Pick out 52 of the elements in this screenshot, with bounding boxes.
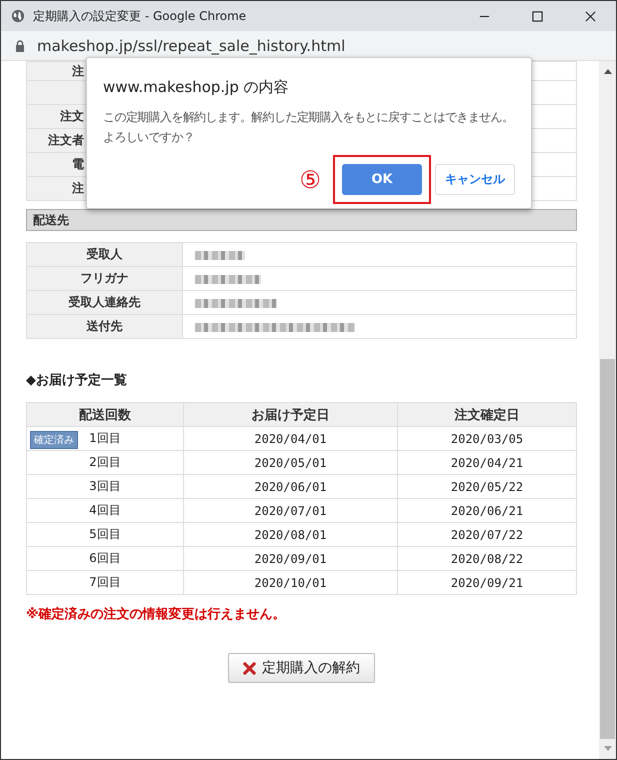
notice-text: ※確定済みの注文の情報変更は行えません。 bbox=[26, 606, 287, 623]
scrollbar[interactable] bbox=[599, 61, 616, 759]
table-cell: 2020/09/01 bbox=[184, 546, 398, 570]
cross-icon bbox=[243, 662, 256, 674]
table-cell: 2回目 bbox=[89, 455, 121, 469]
column-header: 注文確定日 bbox=[398, 402, 576, 426]
table-cell: 2020/04/01 bbox=[184, 426, 398, 450]
table-cell: 2020/10/01 bbox=[184, 570, 398, 594]
table-cell: 2020/08/22 bbox=[398, 546, 576, 570]
table-cell: 2020/03/05 bbox=[398, 426, 576, 450]
table-cell: 2020/06/21 bbox=[398, 498, 576, 522]
row-label: 注 bbox=[72, 64, 84, 78]
lock-icon bbox=[15, 40, 25, 52]
column-header: お届け予定日 bbox=[184, 402, 398, 426]
status-badge: 確定済み bbox=[30, 431, 78, 449]
table-cell: 2020/06/01 bbox=[184, 474, 398, 498]
table-cell: 2020/09/21 bbox=[398, 570, 576, 594]
table-cell: 2020/07/01 bbox=[184, 498, 398, 522]
row-label: フリガナ bbox=[26, 266, 182, 290]
row-label: 注文者 bbox=[48, 133, 84, 147]
maximize-icon[interactable] bbox=[532, 10, 543, 22]
row-label: 受取人連絡先 bbox=[26, 290, 182, 314]
row-label: 注文 bbox=[60, 109, 84, 123]
table-cell: 2020/05/22 bbox=[398, 474, 576, 498]
table-cell: 2020/07/22 bbox=[398, 522, 576, 546]
cancel-button[interactable]: キャンセル bbox=[435, 164, 515, 195]
row-label: 受取人 bbox=[26, 242, 182, 266]
dialog-message: この定期購入を解約します。解約した定期購入をもとに戻すことはできません。よろしいですか？ bbox=[103, 109, 514, 146]
scroll-up-icon[interactable] bbox=[604, 68, 612, 74]
row-label: 電 bbox=[72, 157, 84, 171]
table-cell: 2020/05/01 bbox=[184, 450, 398, 474]
cancel-subscription-button[interactable]: 定期購入の解約 bbox=[228, 653, 375, 683]
table-cell: 2020/08/01 bbox=[184, 522, 398, 546]
step-number: ⑤ bbox=[299, 166, 321, 194]
table-cell: 7回目 bbox=[89, 575, 121, 589]
table-cell: 6回目 bbox=[89, 551, 121, 565]
window-title: 定期購入の設定変更 - Google Chrome bbox=[33, 8, 248, 24]
dialog-title: www.makeshop.jp の内容 bbox=[103, 78, 290, 97]
url-text: makeshop.jp/ssl/repeat_sale_history.html bbox=[37, 36, 346, 54]
table-cell: 4回目 bbox=[89, 503, 121, 517]
row-label: 送付先 bbox=[26, 314, 182, 338]
table-cell: 3回目 bbox=[89, 479, 121, 493]
table-cell: 2020/04/21 bbox=[398, 450, 576, 474]
section-heading: ◆お届け予定一覧 bbox=[26, 372, 128, 389]
column-header: 配送回数 bbox=[26, 402, 184, 426]
close-icon[interactable] bbox=[585, 10, 596, 22]
section-header: 配送先 bbox=[26, 209, 577, 231]
row-label: 注 bbox=[72, 181, 84, 195]
globe-icon bbox=[11, 9, 25, 23]
ok-button[interactable]: OK bbox=[342, 164, 422, 195]
table-cell: 1回目 bbox=[89, 431, 121, 445]
table-cell: 5回目 bbox=[89, 527, 121, 541]
